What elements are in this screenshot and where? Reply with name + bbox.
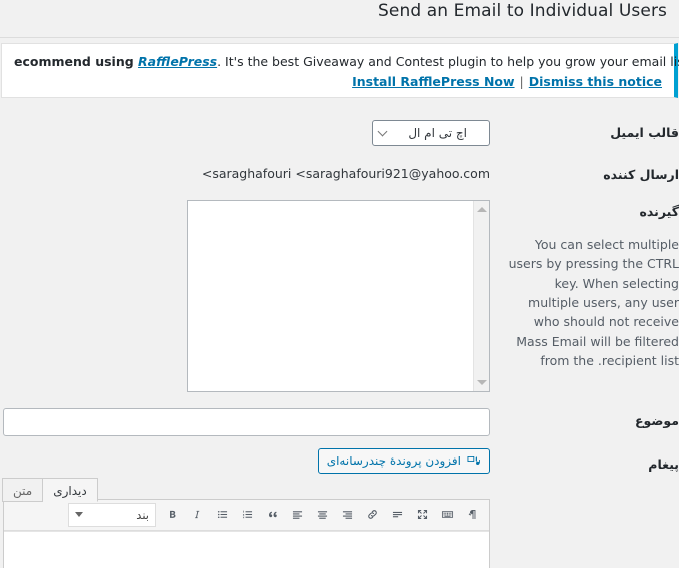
blockquote-icon[interactable] xyxy=(260,503,285,527)
rafflepress-link[interactable]: RafflePress xyxy=(138,54,217,69)
subject-field xyxy=(0,400,500,444)
email-template-field: اچ تی ام ال xyxy=(0,112,500,154)
subject-row: موضوع xyxy=(0,400,679,444)
scroll-up-arrow-icon[interactable] xyxy=(476,206,487,212)
email-template-label: قالب ایمیل xyxy=(610,125,679,141)
page-title: Send an Email to Individual Users xyxy=(378,1,667,22)
recipient-label-cell: گیرنده You can select multiple users by … xyxy=(500,196,679,383)
ordered-list-icon[interactable] xyxy=(235,503,260,527)
admin-page: Send an Email to Individual Users ecomme… xyxy=(0,0,679,568)
add-media-button[interactable]: افزودن پروندهٔ چندرسانه‌ای xyxy=(317,447,490,474)
notice-rest-text: . It's the best Giveaway and Contest plu… xyxy=(217,54,679,69)
media-add-icon xyxy=(466,453,481,468)
editor-container: افزودن پروندهٔ چندرسانه‌ای دیداری متن xyxy=(2,447,490,568)
rtl-paragraph-icon[interactable] xyxy=(460,503,485,527)
email-template-row: قالب ایمیل اچ تی ام ال xyxy=(0,112,679,154)
notice-separator: | xyxy=(519,74,524,90)
format-select-label: بند xyxy=(136,507,149,522)
sender-label: ارسال کننده xyxy=(603,167,679,183)
install-rafflepress-link[interactable]: Install RafflePress Now xyxy=(352,74,514,89)
recipient-multiselect[interactable] xyxy=(187,199,490,392)
email-template-select-wrap: اچ تی ام ال xyxy=(372,120,490,147)
bold-icon[interactable] xyxy=(160,503,185,527)
horizontal-rule-icon[interactable] xyxy=(385,503,410,527)
add-media-label: افزودن پروندهٔ چندرسانه‌ای xyxy=(326,453,461,468)
notice-lead-text: ecommend using xyxy=(14,54,139,69)
sender-row: ارسال کننده <saraghafouri <saraghafouri9… xyxy=(0,154,679,196)
page-header: Send an Email to Individual Users xyxy=(0,0,679,38)
recipient-scrollbar[interactable] xyxy=(473,200,489,391)
sender-field: <saraghafouri <saraghafouri921@yahoo.com xyxy=(0,154,500,189)
tab-visual[interactable]: دیداری xyxy=(42,477,98,502)
rafflepress-notice: ecommend using RafflePress. It's the bes… xyxy=(1,43,679,99)
email-form: قالب ایمیل اچ تی ام ال ارسال کننده <sara… xyxy=(0,98,679,568)
message-row: پیغام افزودن پروندهٔ چند xyxy=(0,444,679,568)
chevron-down-icon xyxy=(75,512,83,518)
recipient-row: گیرنده You can select multiple users by … xyxy=(0,196,679,400)
recipient-help-text: You can select multiple users by pressin… xyxy=(508,236,679,369)
fullscreen-icon[interactable] xyxy=(410,503,435,527)
editor-box: بند xyxy=(3,498,490,568)
align-right-icon[interactable] xyxy=(335,503,360,527)
align-left-icon[interactable] xyxy=(285,503,310,527)
sender-email-value: <saraghafouri <saraghafouri921@yahoo.com xyxy=(201,166,490,182)
link-icon[interactable] xyxy=(360,503,385,527)
subject-input[interactable] xyxy=(3,407,490,436)
email-template-select[interactable]: اچ تی ام ال xyxy=(372,120,490,147)
align-center-icon[interactable] xyxy=(310,503,335,527)
media-bar: افزودن پروندهٔ چندرسانه‌ای xyxy=(3,447,490,474)
message-label: پیغام xyxy=(648,456,679,472)
recipient-listbox[interactable] xyxy=(188,200,473,391)
unordered-list-icon[interactable] xyxy=(210,503,235,527)
message-field: افزودن پروندهٔ چندرسانه‌ای دیداری متن xyxy=(0,444,500,568)
notice-actions: Install RafflePress Now | Dismiss this not… xyxy=(14,74,662,89)
recipient-field xyxy=(0,196,500,400)
tab-text[interactable]: متن xyxy=(2,477,44,502)
dismiss-notice-link[interactable]: Dismiss this notice xyxy=(529,74,662,89)
editor-toolbar: بند xyxy=(4,499,489,531)
scroll-down-arrow-icon[interactable] xyxy=(476,379,487,385)
keyboard-shortcuts-icon[interactable] xyxy=(435,503,460,527)
subject-label: موضوع xyxy=(634,412,679,428)
italic-icon[interactable] xyxy=(185,503,210,527)
recipient-label: گیرنده xyxy=(639,203,679,219)
editor-tabs: دیداری متن xyxy=(2,477,98,502)
notice-text: ecommend using RafflePress. It's the bes… xyxy=(14,52,679,71)
editor-body[interactable] xyxy=(4,530,489,568)
format-select[interactable]: بند xyxy=(68,502,156,527)
recipient-select-wrap xyxy=(0,199,490,392)
